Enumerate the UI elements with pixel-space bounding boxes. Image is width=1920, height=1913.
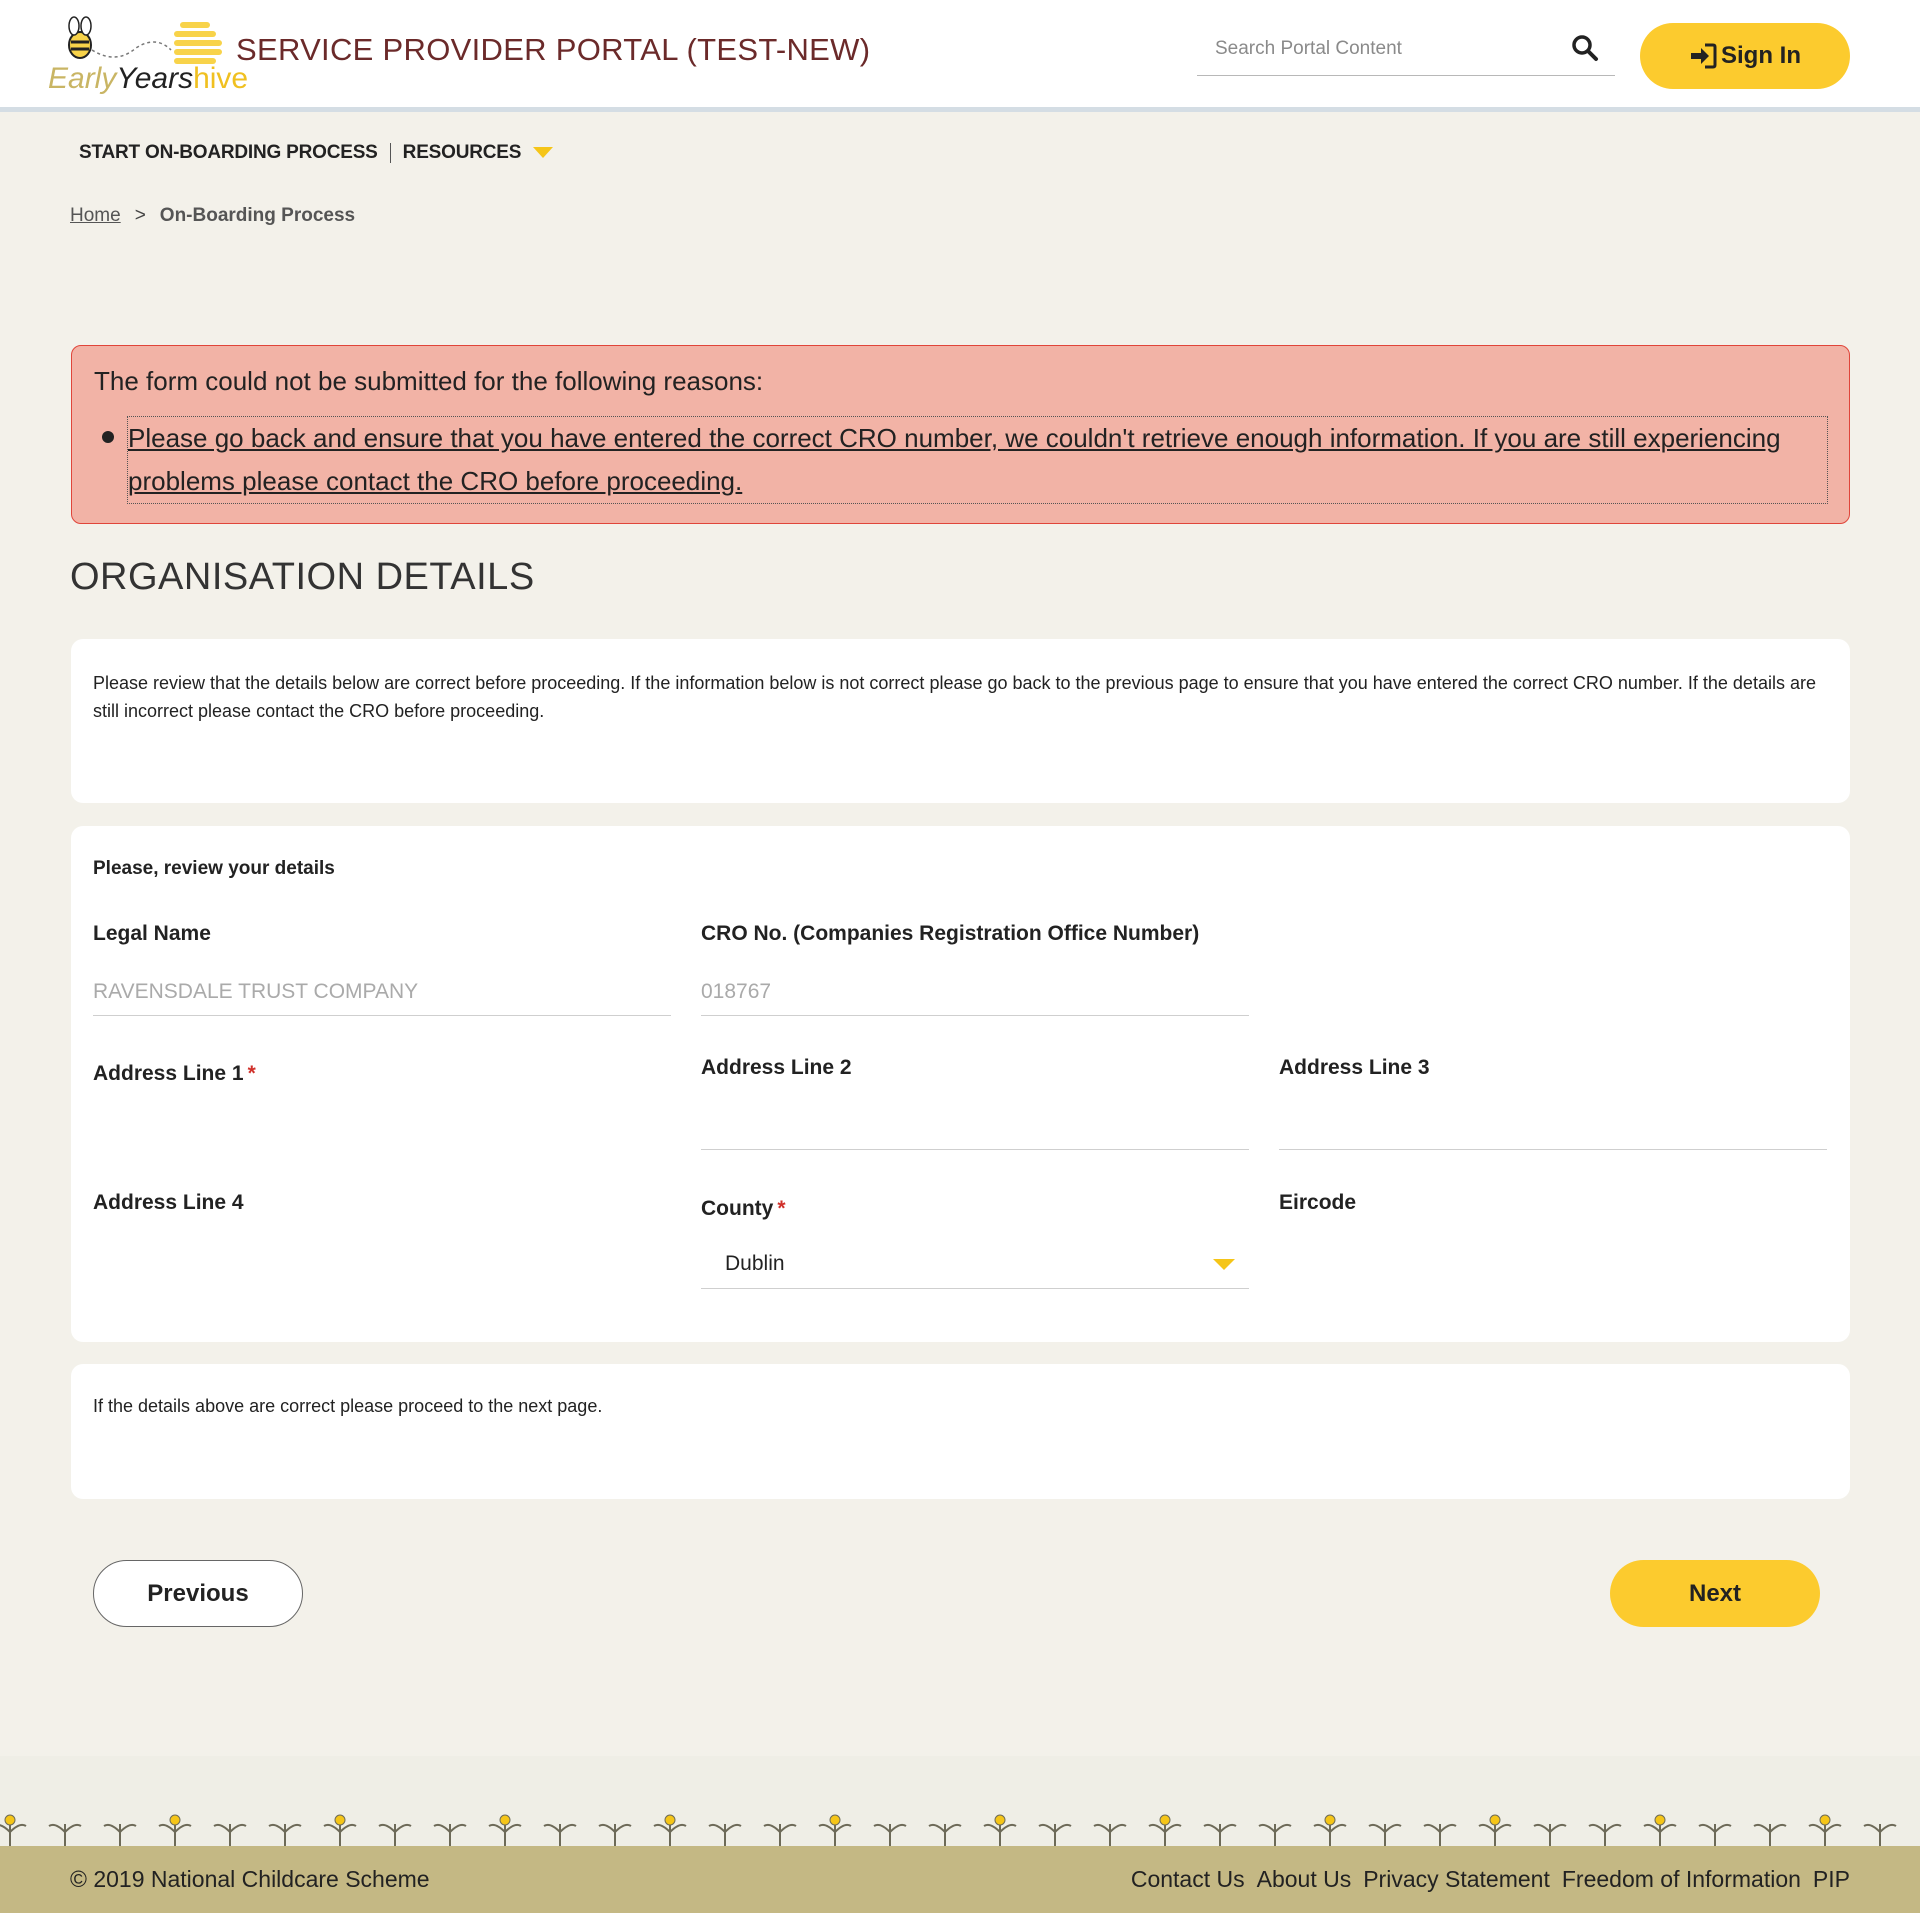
nav-item-label: START ON-BOARDING PROCESS bbox=[79, 142, 378, 163]
portal-title: SERVICE PROVIDER PORTAL (TEST-NEW) bbox=[236, 32, 871, 67]
next-button[interactable]: Next bbox=[1610, 1560, 1820, 1627]
nav-item-start-onboarding[interactable]: START ON-BOARDING PROCESS bbox=[79, 142, 378, 164]
county-label: County * bbox=[701, 1197, 786, 1221]
footer-link-privacy[interactable]: Privacy Statement bbox=[1363, 1866, 1550, 1893]
county-select[interactable]: Dublin bbox=[701, 1239, 1249, 1289]
breadcrumb-separator: > bbox=[134, 205, 146, 226]
breadcrumb-home-link[interactable]: Home bbox=[70, 205, 121, 227]
breadcrumb: Home > On-Boarding Process bbox=[70, 205, 355, 227]
error-summary: The form could not be submitted for the … bbox=[71, 345, 1850, 524]
site-footer: © 2019 National Childcare Scheme Contact… bbox=[0, 1846, 1920, 1913]
nav-item-resources[interactable]: RESOURCES bbox=[403, 142, 554, 164]
error-list: Please go back and ensure that you have … bbox=[94, 416, 1828, 504]
details-form-card: Please, review your details Legal Name C… bbox=[71, 826, 1850, 1342]
logo-wordmark: EarlyYearshive bbox=[48, 62, 248, 96]
address-line-1-label: Address Line 1 * bbox=[93, 1062, 256, 1086]
early-years-hive-logo[interactable]: EarlyYearshive bbox=[46, 10, 248, 100]
site-header: EarlyYearshive SERVICE PROVIDER PORTAL (… bbox=[0, 0, 1920, 112]
footer-decoration bbox=[0, 1756, 1920, 1846]
nav-item-label: RESOURCES bbox=[402, 142, 522, 163]
search-input[interactable] bbox=[1197, 24, 1557, 74]
county-label-text: County bbox=[701, 1197, 774, 1220]
error-title: The form could not be submitted for the … bbox=[94, 366, 764, 396]
logo-years: Years bbox=[116, 62, 194, 95]
address-line-2-label: Address Line 2 bbox=[701, 1056, 852, 1079]
county-selected-value: Dublin bbox=[725, 1251, 785, 1275]
bullet-icon bbox=[102, 431, 114, 443]
address-line-3-field[interactable] bbox=[1279, 1102, 1827, 1150]
breadcrumb-current: On-Boarding Process bbox=[159, 205, 356, 226]
nav-divider bbox=[389, 143, 391, 163]
section-title: ORGANISATION DETAILS bbox=[70, 556, 535, 598]
logo-early: Early bbox=[48, 62, 117, 95]
cro-label: CRO No. (Companies Registration Office N… bbox=[701, 922, 1200, 945]
chevron-down-icon bbox=[1213, 1259, 1235, 1270]
address-line-2-field[interactable] bbox=[701, 1102, 1249, 1150]
proceed-text: If the details above are correct please … bbox=[93, 1396, 603, 1416]
proceed-card: If the details above are correct please … bbox=[71, 1364, 1850, 1499]
sign-in-icon bbox=[1691, 43, 1717, 69]
cro-number-field[interactable] bbox=[701, 968, 1249, 1016]
chevron-down-icon bbox=[533, 147, 554, 158]
legal-name-field[interactable] bbox=[93, 968, 671, 1016]
review-label: Please, review your details bbox=[93, 858, 335, 879]
previous-button[interactable]: Previous bbox=[93, 1560, 303, 1627]
error-message-link[interactable]: Please go back and ensure that you have … bbox=[127, 416, 1828, 504]
required-marker: * bbox=[777, 1197, 786, 1220]
address-line-1-label-text: Address Line 1 bbox=[93, 1062, 244, 1085]
sign-in-button[interactable]: Sign In bbox=[1640, 23, 1850, 89]
sign-in-label: Sign In bbox=[1721, 42, 1801, 69]
footer-link-pip[interactable]: PIP bbox=[1813, 1866, 1850, 1893]
search-box bbox=[1197, 24, 1615, 76]
intro-card: Please review that the details below are… bbox=[71, 639, 1850, 803]
main-nav: START ON-BOARDING PROCESS RESOURCES bbox=[79, 142, 554, 164]
footer-link-foi[interactable]: Freedom of Information bbox=[1562, 1866, 1801, 1893]
footer-links: Contact Us About Us Privacy Statement Fr… bbox=[1131, 1866, 1850, 1893]
footer-link-contact[interactable]: Contact Us bbox=[1131, 1866, 1245, 1893]
plant-border-icon bbox=[0, 1814, 1897, 1846]
address-line-3-label: Address Line 3 bbox=[1279, 1056, 1430, 1079]
legal-name-label: Legal Name bbox=[93, 922, 211, 945]
eircode-label: Eircode bbox=[1279, 1191, 1357, 1214]
search-icon[interactable] bbox=[1571, 34, 1601, 64]
address-line-4-label: Address Line 4 bbox=[93, 1191, 244, 1214]
intro-text: Please review that the details below are… bbox=[93, 673, 1816, 721]
footer-link-about[interactable]: About Us bbox=[1257, 1866, 1352, 1893]
required-marker: * bbox=[247, 1062, 256, 1085]
copyright: © 2019 National Childcare Scheme bbox=[70, 1866, 430, 1892]
